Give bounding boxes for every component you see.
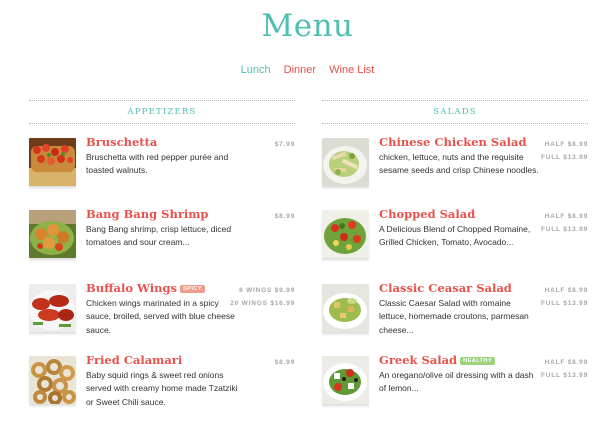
page-title: Menu <box>261 8 354 44</box>
item-price: HALF $8.99 <box>544 287 588 294</box>
spicy-badge: Spicy <box>179 285 205 293</box>
healthy-badge: Healthy <box>460 357 496 365</box>
salads-section: Salads Chinese Chicken Salad HALF $8.99 … <box>322 100 588 408</box>
menu-page: Menu Lunch Dinner Wine List Appetizers <box>0 0 615 432</box>
photo-shadow <box>29 187 76 190</box>
photo-shadow <box>322 187 369 190</box>
item-name: Bruschetta <box>86 135 158 149</box>
photo-shadow <box>29 259 76 262</box>
item-price: FULL $13.99 <box>541 154 588 162</box>
item-price: $7.99 <box>274 141 295 148</box>
item-description: Classic Caesar Salad with romaine lettuc… <box>379 298 529 335</box>
item-description: An oregano/olive oil dressing with a das… <box>379 370 534 394</box>
item-price: HALF $8.99 <box>544 359 588 366</box>
item-name: Classic Ceasar Salad <box>379 281 512 295</box>
shrimp-photo <box>29 210 76 258</box>
appetizers-section: Appetizers Bruschetta $7.99 <box>29 100 295 408</box>
calamari-photo <box>29 356 76 404</box>
item-prices: HALF $8.99 FULL $13.99 <box>541 356 588 383</box>
item-name: Fried Calamari <box>86 353 183 367</box>
item-name: Chopped Salad <box>379 207 476 221</box>
item-prices: HALF $8.99 FULL $13.99 <box>541 210 588 237</box>
item-prices: $8.99 <box>275 356 295 369</box>
item-price: FULL $13.99 <box>541 226 588 234</box>
appetizers-heading: Appetizers <box>29 100 295 124</box>
item-price: 20 WINGS $16.99 <box>230 300 295 308</box>
item-prices: 8 WINGS $9.99 20 WINGS $16.99 <box>230 284 295 311</box>
item-name: Buffalo Wings Spicy <box>86 281 205 295</box>
item-name: Greek Salad Healthy <box>379 353 496 367</box>
photo-shadow <box>29 405 76 408</box>
item-prices: $8.99 <box>275 210 295 223</box>
item-prices: HALF $8.99 FULL $13.99 <box>541 284 588 311</box>
chopped-salad-photo <box>322 210 369 258</box>
caesar-salad-photo <box>322 284 369 332</box>
item-price: HALF $8.99 <box>544 213 588 220</box>
item-description: Baby squid rings & sweet red onions serv… <box>86 370 238 407</box>
item-price: 8 WINGS $9.99 <box>239 287 295 294</box>
item-description: chicken, lettuce, nuts and the requisite… <box>379 152 539 176</box>
item-name: Chinese Chicken Salad <box>379 135 527 149</box>
photo-shadow <box>29 333 76 336</box>
item-name: Bang Bang Shrimp <box>86 207 209 221</box>
photo-shadow <box>322 259 369 262</box>
photo-shadow <box>322 405 369 408</box>
nav-link-dinner[interactable]: Dinner <box>284 64 316 76</box>
item-description: Bruschetta with red pepper purée and toa… <box>86 152 229 176</box>
bruschetta-photo <box>29 138 76 186</box>
item-price: $8.99 <box>274 359 295 366</box>
photo-shadow <box>322 333 369 336</box>
item-description: A Delicious Blend of Chopped Romaine, Gr… <box>379 224 531 248</box>
nav-link-lunch[interactable]: Lunch <box>241 64 271 76</box>
item-price: HALF $8.99 <box>544 141 588 148</box>
item-price: $8.99 <box>274 213 295 220</box>
item-price: FULL $13.99 <box>541 372 588 380</box>
item-description: Chicken wings marinated in a spicy sauce… <box>86 298 235 335</box>
chinese-salad-photo <box>322 138 369 186</box>
salads-heading: Salads <box>322 100 588 124</box>
item-prices: $7.99 <box>275 138 295 151</box>
nav-link-wine-list[interactable]: Wine List <box>329 64 374 76</box>
menu-nav: Lunch Dinner Wine List <box>0 64 615 76</box>
greek-salad-photo <box>322 356 369 404</box>
item-prices: HALF $8.99 FULL $13.99 <box>541 138 588 165</box>
item-price: FULL $13.99 <box>541 300 588 308</box>
item-description: Bang Bang shrimp, crisp lettuce, diced t… <box>86 224 232 248</box>
wings-photo <box>29 284 76 332</box>
